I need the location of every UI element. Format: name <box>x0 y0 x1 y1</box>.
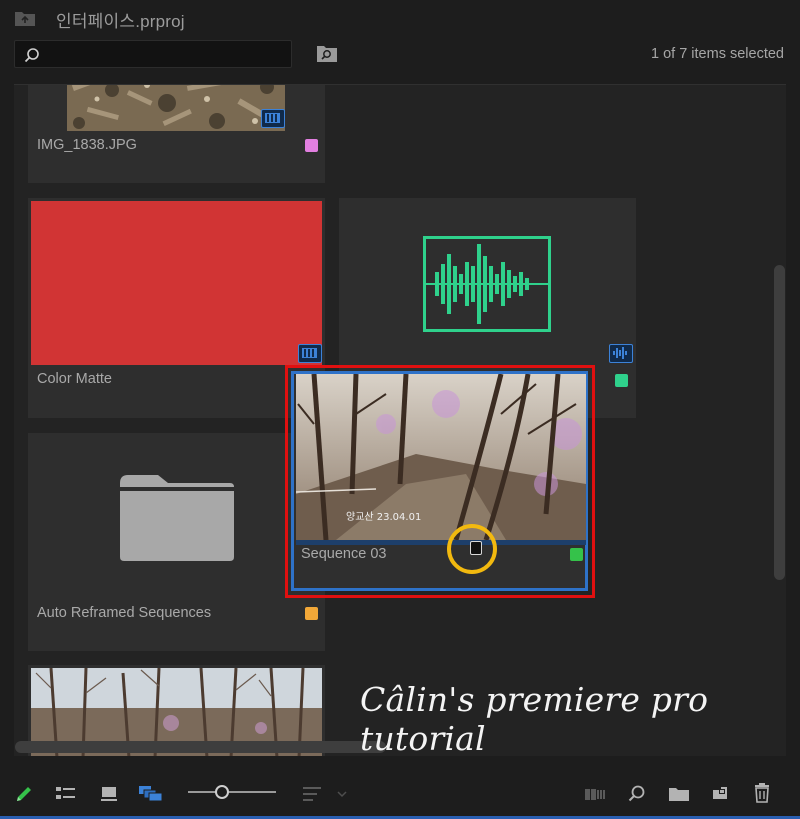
item-name: Auto Reframed Sequences <box>37 605 212 621</box>
thumbnail-caption: 양교산 23.04.01 <box>346 511 421 523</box>
find-icon[interactable] <box>316 43 338 63</box>
search-icon <box>24 48 39 63</box>
item-name: Color Matte <box>37 371 112 387</box>
new-item-icon[interactable] <box>708 782 732 806</box>
leaf-litter-image <box>67 85 285 131</box>
tutorial-watermark: Câlin's premiere pro tutorial <box>360 680 709 758</box>
label-color-swatch[interactable] <box>615 374 628 387</box>
automate-icon[interactable] <box>583 782 607 806</box>
zoom-slider[interactable] <box>188 784 276 800</box>
video-badge-icon <box>261 109 285 128</box>
pencil-icon[interactable] <box>12 782 36 806</box>
video-badge-icon <box>298 344 322 363</box>
sequence-thumbnail: 양교산 23.04.01 <box>296 374 586 540</box>
item-name: IMG_1838.JPG <box>37 137 137 153</box>
search-input[interactable] <box>47 45 283 65</box>
find-icon[interactable] <box>625 782 649 806</box>
vertical-scrollbar[interactable] <box>774 265 785 580</box>
folder-icon <box>120 475 234 561</box>
dragged-sequence-item[interactable]: 양교산 23.04.01 Sequence 03 <box>291 371 588 591</box>
image-thumbnail <box>67 85 285 131</box>
project-item-img-1838[interactable]: IMG_1838.JPG <box>28 85 325 183</box>
audio-waveform-thumbnail <box>423 236 551 332</box>
chevron-down-icon[interactable] <box>334 782 350 806</box>
sort-icon[interactable] <box>300 782 324 806</box>
list-view-icon[interactable] <box>54 782 78 806</box>
icon-view-icon[interactable] <box>97 782 121 806</box>
freeform-view-icon[interactable] <box>136 781 166 805</box>
search-box[interactable] <box>14 40 292 68</box>
label-color-swatch[interactable] <box>305 607 318 620</box>
trash-icon[interactable] <box>750 781 774 805</box>
project-folder-icon <box>15 12 35 26</box>
selection-count: 1 of 7 items selected <box>651 46 784 62</box>
item-name: Sequence 03 <box>301 546 387 562</box>
label-color-swatch[interactable] <box>570 548 583 561</box>
zoom-track <box>188 791 276 793</box>
project-toolbar <box>0 768 800 819</box>
new-bin-icon[interactable] <box>667 782 691 806</box>
project-item-bin[interactable]: Auto Reframed Sequences <box>28 433 325 651</box>
project-title: 인터페이스.prproj <box>56 12 185 31</box>
label-color-swatch[interactable] <box>305 139 318 152</box>
project-item-color-matte[interactable]: Color Matte <box>28 198 325 418</box>
zoom-handle[interactable] <box>215 785 229 799</box>
highlight-ring <box>447 524 497 574</box>
color-matte-thumbnail <box>31 201 322 365</box>
panel-header: 인터페이스.prproj <box>0 0 800 36</box>
forest-path-image: 양교산 23.04.01 <box>296 374 586 540</box>
playhead-bar <box>296 540 586 545</box>
horizontal-scrollbar[interactable] <box>15 741 386 753</box>
audio-badge-icon <box>609 344 633 363</box>
